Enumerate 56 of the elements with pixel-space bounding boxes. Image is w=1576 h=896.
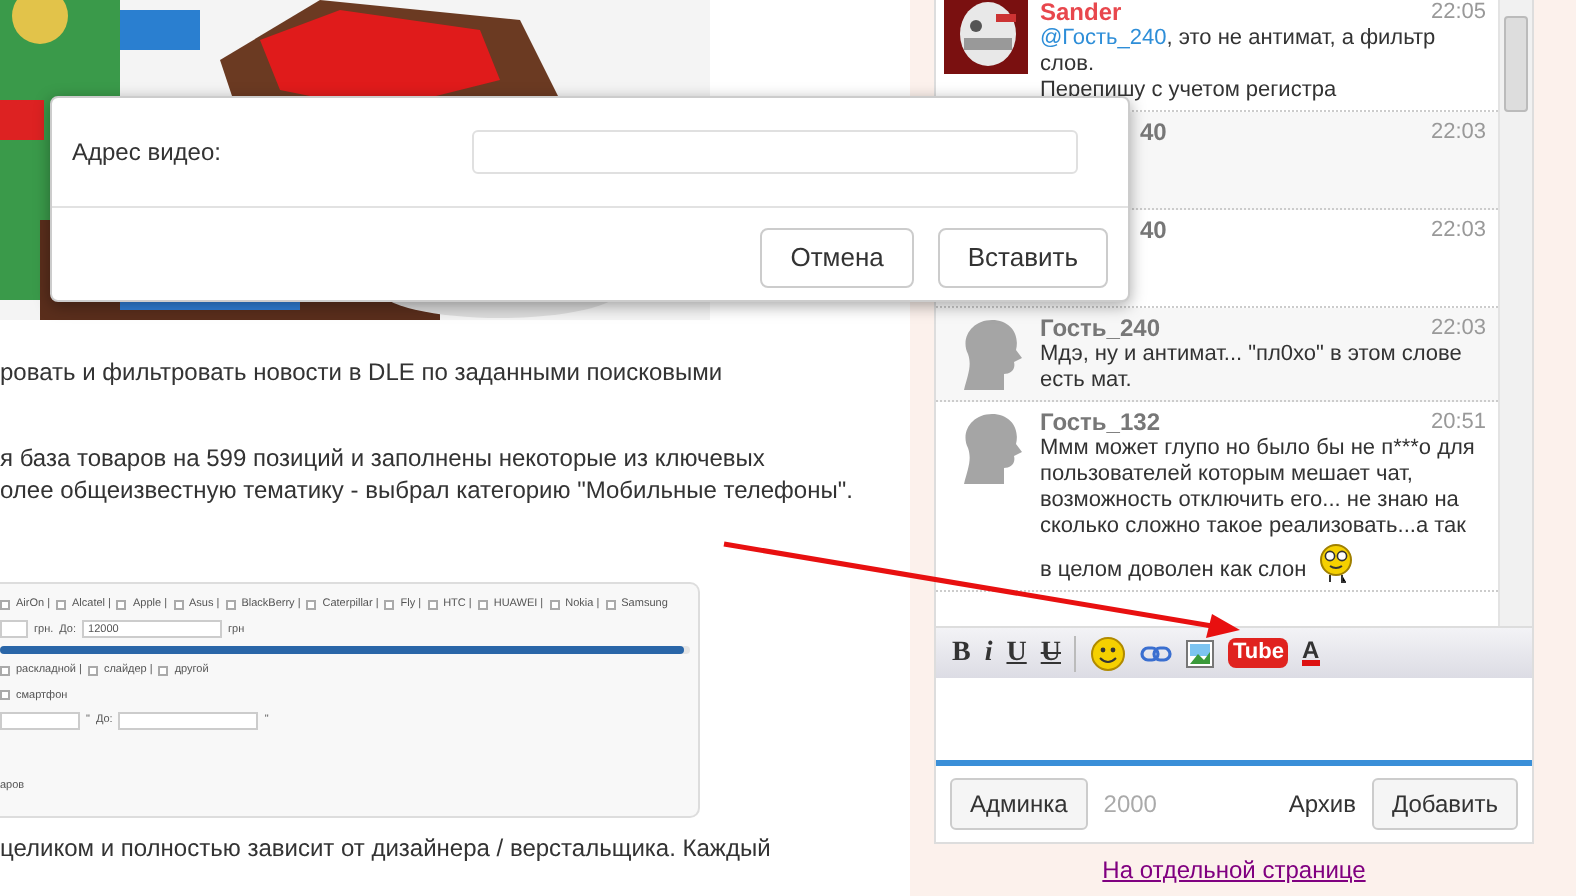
admin-button[interactable]: Админка [950,778,1088,830]
size-from-field[interactable] [0,711,80,730]
underline-button[interactable]: U [1006,639,1027,667]
message-text: в целом доволен как слон [1040,558,1307,584]
field-label: Адрес видео: [72,136,223,170]
checkbox[interactable] [87,665,98,676]
archive-link[interactable]: Архив [1288,786,1356,822]
user-name: Гость_240 [1040,314,1160,342]
text-color-button[interactable]: A [1301,640,1320,666]
video-url-field[interactable] [472,130,1078,174]
checkbox[interactable] [549,599,560,610]
article-text: ровать и фильтровать новости в DLE по заданными поисковыми [0,356,725,388]
checkbox[interactable] [158,665,169,676]
checkbox[interactable] [0,690,10,701]
article-text: целиком и полностью зависит от дизайнера / верстальщика. Каждый [0,832,773,864]
image-icon[interactable] [1186,639,1215,667]
checkbox[interactable] [0,599,10,610]
checkbox[interactable] [116,599,127,610]
message-time: 22:05 [1430,0,1486,26]
message-time: 22:03 [1430,314,1486,342]
article-text: я база товаров на 599 позиций и заполнены некоторые из ключевых [0,442,767,474]
scrollbar[interactable] [1498,0,1532,626]
message-time: 20:51 [1430,408,1486,436]
youtube-button[interactable]: Tube [1228,638,1288,668]
scrollbar-thumb[interactable] [1504,16,1528,112]
smiley-icon[interactable] [1090,635,1127,671]
price-from-field[interactable] [0,620,28,639]
checkbox[interactable] [306,599,317,610]
separate-page-link[interactable]: На отдельной странице [934,856,1534,884]
user-name: Sander [1040,0,1122,26]
mention-link[interactable]: @Гость_240 [1040,26,1167,50]
message-text: @Гость_240, это не антимат, а фильтр слов. Перепишу с учетом регистра [1040,26,1438,104]
user-name: 40 [1140,118,1167,146]
cancel-button[interactable]: Отмена [760,228,914,287]
strikethrough-button[interactable]: U [1040,639,1061,667]
article-text: олее общеизвестную тематику - выбрал категорию "Мобильные телефоны". [0,474,855,506]
user-name: Гость_132 [1040,408,1160,436]
checkbox[interactable] [427,599,438,610]
checkbox[interactable] [477,599,488,610]
insert-button[interactable]: Вставить [937,228,1108,287]
checkbox[interactable] [225,599,236,610]
bold-button[interactable]: B [952,639,971,667]
checkbox[interactable] [605,599,616,610]
checkbox[interactable] [384,599,395,610]
user-name: 40 [1140,216,1167,244]
char-counter: 2000 [1103,788,1157,822]
italic-button[interactable]: i [984,639,993,667]
message-text: Ммм может глупо но было бы не п***о для пользователей которым мешает чат, возможность отключить его... не знаю на сколько сложно такое реализовать...а так [1040,436,1477,540]
message-text: Мдэ, ну и антимат... "пл0хо" в этом слове есть мат. [1040,342,1464,394]
checkbox[interactable] [173,599,184,610]
checkbox[interactable] [0,665,10,676]
size-to-field[interactable] [118,711,259,730]
message-time: 22:03 [1430,216,1486,244]
message-time: 22:03 [1430,118,1486,146]
checkbox[interactable] [56,599,67,610]
add-button[interactable]: Добавить [1371,778,1518,830]
